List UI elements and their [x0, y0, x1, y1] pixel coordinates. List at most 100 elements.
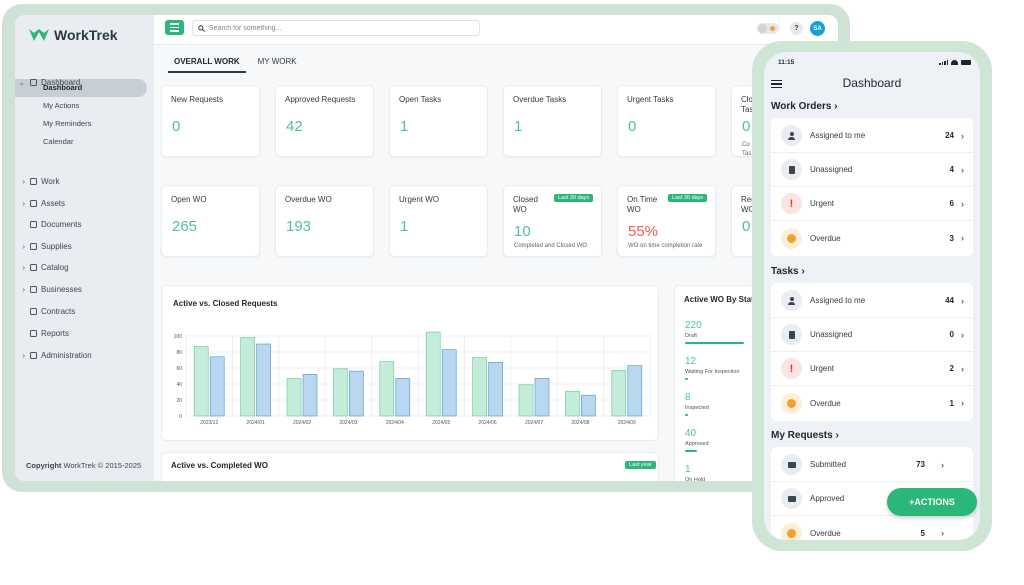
section-title-work-orders[interactable]: Work Orders › — [771, 101, 838, 112]
sidebar-item-supplies[interactable]: › Supplies — [15, 242, 154, 251]
thumbs-up-icon — [781, 488, 802, 509]
list-item-count: 24 — [945, 131, 954, 140]
bar[interactable] — [256, 343, 271, 417]
list-item[interactable]: ! Urgent 2 › — [771, 352, 973, 386]
main-area: ? SA OVERALL WORK MY WORK New Requests0A… — [154, 15, 838, 481]
x-tick-label: 2024/04 — [386, 420, 404, 426]
actions-fab-button[interactable]: +ACTIONS — [887, 488, 977, 516]
stat-card[interactable]: Overdue Tasks 1 — [503, 85, 602, 157]
document-icon — [781, 159, 802, 180]
bar[interactable] — [565, 390, 580, 417]
x-tick-label: 2024/01 — [247, 420, 265, 426]
menu-toggle-button[interactable] — [165, 20, 184, 35]
list-item[interactable]: Assigned to me 44 › — [771, 284, 973, 318]
sidebar-subitem-calendar[interactable]: Calendar — [43, 137, 73, 146]
stat-card[interactable]: Approved Requests 42 — [275, 85, 374, 157]
stat-card-label: Approved Requests — [285, 95, 356, 104]
bar[interactable] — [611, 370, 627, 417]
sidebar-item-contracts[interactable]: Contracts — [15, 307, 154, 316]
search-box[interactable] — [192, 20, 480, 36]
card-title: Active vs. Completed WO — [171, 461, 268, 470]
search-input[interactable] — [209, 24, 469, 32]
person-icon — [28, 285, 38, 294]
x-tick-label: 2024/03 — [339, 420, 357, 426]
bar[interactable] — [193, 346, 209, 417]
person-icon — [781, 125, 802, 146]
list-item[interactable]: Submitted 73 › — [771, 448, 973, 482]
sidebar-subitem-my-reminders[interactable]: My Reminders — [43, 119, 91, 128]
desktop-frame: WorkTrek ⌄ Dashboard › Work › Assets Documents… — [2, 4, 850, 492]
tab-overall-work[interactable]: OVERALL WORK — [168, 54, 246, 73]
bar[interactable] — [627, 365, 643, 417]
sidebar-item-businesses[interactable]: › Businesses — [15, 285, 154, 294]
stat-card[interactable]: Urgent WO 1 — [389, 185, 488, 257]
report-icon — [28, 329, 38, 338]
sidebar-item-administration[interactable]: › Administration — [15, 351, 154, 360]
sidebar-item-reports[interactable]: Reports — [15, 329, 154, 338]
list-item[interactable]: Assigned to me 24 › — [771, 119, 973, 153]
catalog-icon — [28, 263, 38, 272]
bar[interactable] — [441, 349, 457, 417]
bar[interactable] — [349, 370, 364, 417]
sidebar-subitem-dashboard[interactable]: Dashboard — [43, 83, 82, 92]
list-item[interactable]: Unassigned 0 › — [771, 318, 973, 352]
stat-card[interactable]: Urgent Tasks 0 — [617, 85, 716, 157]
bar[interactable] — [286, 378, 302, 417]
toggle-switch[interactable] — [757, 23, 779, 34]
sidebar-item-documents[interactable]: Documents — [15, 220, 154, 229]
status-progress-bar — [685, 342, 744, 344]
folder-icon — [28, 220, 38, 229]
bar[interactable] — [472, 357, 487, 417]
exclamation-icon: ! — [781, 358, 802, 379]
section-title-tasks[interactable]: Tasks › — [771, 266, 805, 277]
search-icon — [198, 24, 205, 32]
bar[interactable] — [488, 362, 503, 417]
stat-card[interactable]: On Time WO Last 30 days 55% WO on time comp… — [617, 185, 716, 257]
bar[interactable] — [395, 378, 411, 417]
list-item-label: Urgent — [810, 364, 835, 373]
chevron-right-icon: › — [941, 528, 944, 538]
stat-card[interactable]: Overdue WO 193 — [275, 185, 374, 257]
bar[interactable] — [302, 374, 318, 417]
chevron-icon: › — [22, 199, 25, 208]
list-item[interactable]: Overdue 3 › — [771, 221, 973, 255]
stat-card-value: 1 — [400, 218, 409, 235]
tab-my-work[interactable]: MY WORK — [252, 54, 303, 73]
stat-card[interactable]: Open WO 265 — [161, 185, 260, 257]
bar[interactable] — [581, 394, 596, 417]
bar[interactable] — [333, 368, 348, 417]
stat-card[interactable]: New Requests 0 — [161, 85, 260, 157]
copyright: Copyright WorkTrek © 2015-2025 — [26, 461, 142, 470]
chevron-right-icon: › — [834, 101, 838, 112]
sidebar-subitem-my-actions[interactable]: My Actions — [43, 101, 79, 110]
battery-icon — [961, 60, 971, 65]
bar[interactable] — [379, 361, 395, 417]
x-tick-label: 2024/09 — [618, 420, 636, 426]
sidebar-item-label: Reports — [41, 329, 70, 338]
sidebar-item-work[interactable]: › Work — [15, 177, 154, 186]
avatar[interactable]: SA — [810, 21, 825, 36]
bar[interactable] — [534, 378, 550, 417]
section-title-my-requests[interactable]: My Requests › — [771, 430, 839, 441]
sidebar-item-dashboard[interactable]: ⌄ Dashboard — [15, 78, 154, 87]
list-item[interactable]: ! Urgent 6 › — [771, 187, 973, 221]
bar[interactable] — [240, 337, 255, 417]
bar[interactable] — [425, 331, 441, 417]
list-item[interactable]: Unassigned 4 › — [771, 153, 973, 187]
stat-card-label: Overdue WO — [285, 195, 332, 204]
stat-card[interactable]: Closed WO Last 30 days 10 Completed and Clo… — [503, 185, 602, 257]
sidebar-item-assets[interactable]: › Assets — [15, 199, 154, 208]
x-tick-label: 2024/07 — [525, 420, 543, 426]
stat-card[interactable]: Open Tasks 1 — [389, 85, 488, 157]
status-value: 40 — [685, 428, 697, 439]
sidebar-item-catalog[interactable]: › Catalog — [15, 263, 154, 272]
list-item[interactable]: Overdue 5 › — [771, 516, 973, 540]
status-card-title: Active WO By Statu — [684, 295, 759, 304]
help-button[interactable]: ? — [790, 22, 803, 35]
list-item[interactable]: Overdue 1 › — [771, 386, 973, 420]
status-value: 220 — [685, 320, 702, 331]
bar[interactable] — [209, 356, 225, 417]
phone-frame: 11:15 Dashboard Work Orders › Assigned to… — [752, 41, 992, 551]
bar[interactable] — [518, 384, 534, 417]
last-year-badge: Last year — [625, 461, 656, 469]
